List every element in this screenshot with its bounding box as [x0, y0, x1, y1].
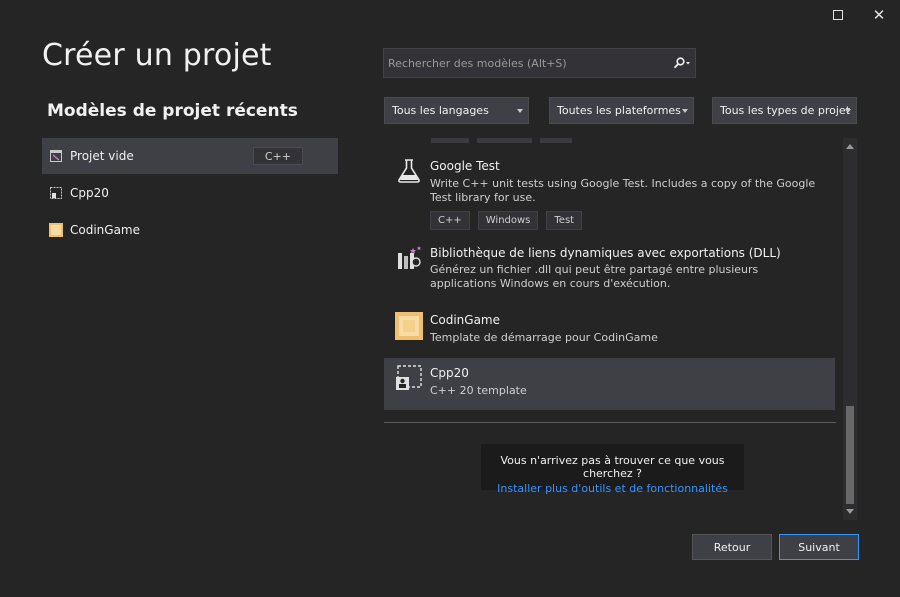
template-list: Google Test Write C++ unit tests using G… [383, 138, 837, 423]
platform-tag: Windows [477, 211, 539, 230]
template-list-scrollbar[interactable] [843, 138, 857, 520]
codingame-icon [395, 312, 423, 340]
language-filter-dropdown[interactable]: Tous les langages [384, 97, 529, 124]
partial-tags-row [431, 138, 572, 143]
list-divider [384, 422, 836, 423]
maximize-icon [833, 10, 843, 20]
chevron-down-icon [682, 109, 688, 113]
help-box: Vous n'arrivez pas à trouver ce que vous… [481, 444, 744, 495]
language-tag: C++ [252, 147, 303, 165]
recent-item-label: Cpp20 [70, 186, 109, 200]
template-item-cpp20[interactable]: Cpp20 C++ 20 template [384, 358, 835, 410]
template-item-google-test[interactable]: Google Test Write C++ unit tests using G… [384, 151, 835, 236]
template-item-dll[interactable]: Bibliothèque de liens dynamiques avec ex… [384, 238, 835, 304]
platform-filter-dropdown[interactable]: Toutes les plateformes [549, 97, 694, 124]
recent-item-cpp20[interactable]: Cpp20 [42, 175, 338, 211]
page-title: Créer un projet [42, 38, 272, 73]
cpp20-template-icon [49, 186, 63, 200]
template-name: CodinGame [430, 313, 501, 327]
recent-item-label: CodinGame [70, 223, 141, 237]
next-button[interactable]: Suivant [779, 534, 859, 560]
recent-item-label: Projet vide [70, 149, 134, 163]
language-filter-value: Tous les langages [392, 104, 489, 117]
codingame-icon [49, 223, 63, 237]
recent-item-projet-vide[interactable]: Projet vide C++ [42, 138, 338, 174]
search-box [383, 48, 696, 78]
template-description: Template de démarrage pour CodinGame [430, 331, 658, 344]
template-description: Write C++ unit tests using Google Test. … [430, 177, 816, 204]
recent-templates-list: Projet vide C++ Cpp20 CodinGame [42, 138, 338, 249]
search-input[interactable] [384, 49, 669, 77]
template-name: Cpp20 [430, 366, 469, 380]
project-type-tag: Test [546, 211, 583, 230]
project-type-filter-dropdown[interactable]: Tous les types de projet [712, 97, 857, 124]
recent-item-codingame[interactable]: CodinGame [42, 212, 338, 248]
scroll-thumb[interactable] [846, 406, 854, 504]
scroll-up-arrow-icon[interactable] [846, 144, 854, 149]
template-tags: C++ Windows Test [430, 211, 583, 230]
close-button[interactable]: ✕ [862, 4, 896, 26]
flask-icon [395, 157, 423, 185]
chevron-down-icon [517, 109, 523, 113]
scroll-down-arrow-icon[interactable] [846, 509, 854, 514]
template-item-codingame[interactable]: CodinGame Template de démarrage pour Cod… [384, 305, 835, 357]
cpp20-template-icon [395, 364, 423, 392]
project-type-filter-value: Tous les types de projet [720, 104, 851, 117]
chevron-down-icon [845, 109, 851, 113]
install-more-tools-link[interactable]: Installer plus d'outils et de fonctionna… [481, 482, 744, 495]
empty-project-icon [49, 149, 63, 163]
close-icon: ✕ [872, 6, 886, 24]
template-name: Bibliothèque de liens dynamiques avec ex… [430, 246, 781, 260]
language-tag: C++ [430, 211, 470, 230]
template-description: Générez un fichier .dll qui peut être pa… [430, 263, 759, 290]
template-description: C++ 20 template [430, 384, 527, 397]
template-name: Google Test [430, 159, 500, 173]
maximize-button[interactable] [821, 4, 855, 26]
help-text: Vous n'arrivez pas à trouver ce que vous… [500, 454, 725, 480]
back-button[interactable]: Retour [692, 534, 772, 560]
platform-filter-value: Toutes les plateformes [557, 104, 681, 117]
recent-templates-title: Modèles de projet récents [47, 101, 298, 121]
dll-library-icon [395, 244, 423, 272]
search-icon[interactable] [669, 57, 695, 69]
